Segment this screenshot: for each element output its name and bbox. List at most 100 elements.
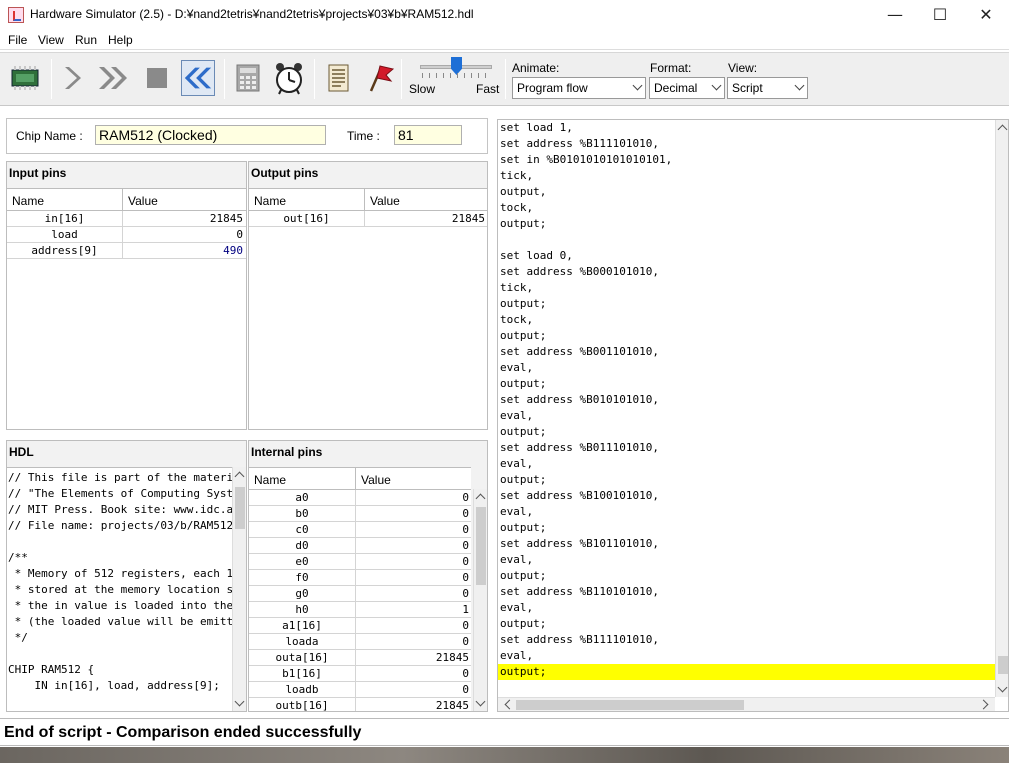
script-horizontal-scrollbar[interactable] bbox=[498, 697, 995, 711]
pin-name: b1[16] bbox=[282, 667, 322, 680]
pin-value[interactable]: 0 bbox=[357, 507, 469, 520]
scroll-right-icon[interactable] bbox=[978, 699, 989, 710]
pin-value[interactable]: 21845 bbox=[357, 651, 469, 664]
script-source[interactable]: set load 1, set address %B111101010, set i… bbox=[498, 120, 996, 680]
script-icon[interactable] bbox=[321, 60, 355, 96]
format-label: Format: bbox=[650, 61, 692, 75]
title-bar: Hardware Simulator (2.5) - D:¥nand2tetri… bbox=[0, 0, 1009, 30]
menu-file[interactable]: File bbox=[8, 33, 27, 47]
pin-value[interactable]: 0 bbox=[357, 571, 469, 584]
pin-value[interactable]: 0 bbox=[357, 523, 469, 536]
script-scrollbar[interactable] bbox=[995, 120, 1008, 697]
scroll-down-icon[interactable] bbox=[997, 682, 1008, 693]
code-line: set address %B001101010, bbox=[500, 345, 659, 358]
pin-value[interactable]: 0 bbox=[357, 555, 469, 568]
pin-value[interactable]: 21845 bbox=[125, 212, 243, 225]
pin-value[interactable]: 0 bbox=[357, 683, 469, 696]
toolbar-separator bbox=[505, 59, 506, 99]
pin-value[interactable]: 490 bbox=[125, 244, 243, 257]
code-line: // MIT Press. Book site: www.idc.ac.i bbox=[8, 503, 237, 516]
table-row[interactable]: b0 0 bbox=[249, 506, 471, 522]
internal-pins-scrollbar[interactable] bbox=[473, 489, 487, 711]
scroll-up-icon[interactable] bbox=[475, 493, 486, 504]
table-row[interactable]: out[16] 21845 bbox=[249, 211, 487, 227]
scroll-left-icon[interactable] bbox=[504, 699, 515, 710]
table-row[interactable]: address[9] 490 bbox=[7, 243, 246, 259]
table-row[interactable]: outa[16] 21845 bbox=[249, 650, 471, 666]
pin-name: outa[16] bbox=[275, 651, 329, 664]
pin-value[interactable]: 21845 bbox=[367, 212, 485, 225]
pin-value[interactable]: 0 bbox=[357, 539, 469, 552]
hdl-source[interactable]: // This file is part of the materials // … bbox=[7, 467, 237, 711]
pin-value[interactable]: 0 bbox=[357, 619, 469, 632]
menu-run[interactable]: Run bbox=[75, 33, 97, 47]
pin-value[interactable]: 0 bbox=[125, 228, 243, 241]
status-bar: End of script - Comparison ended success… bbox=[0, 718, 1009, 746]
toolbar-separator bbox=[224, 59, 225, 99]
table-header: Name Value bbox=[249, 189, 487, 211]
code-line: set load 0, bbox=[500, 249, 573, 262]
pin-value[interactable]: 0 bbox=[357, 491, 469, 504]
column-header-value: Value bbox=[370, 194, 400, 208]
menu-help[interactable]: Help bbox=[108, 33, 133, 47]
close-button[interactable]: ✕ bbox=[963, 0, 1009, 30]
table-row[interactable]: e0 0 bbox=[249, 554, 471, 570]
view-select[interactable]: Script bbox=[727, 77, 808, 99]
scroll-thumb[interactable] bbox=[235, 487, 245, 529]
run-icon[interactable] bbox=[97, 60, 131, 96]
table-row[interactable]: d0 0 bbox=[249, 538, 471, 554]
table-row[interactable]: b1[16] 0 bbox=[249, 666, 471, 682]
table-row[interactable]: c0 0 bbox=[249, 522, 471, 538]
chip-icon[interactable] bbox=[8, 60, 42, 96]
stop-icon[interactable] bbox=[140, 60, 174, 96]
code-line: set address %B010101010, bbox=[500, 393, 659, 406]
breakpoint-icon[interactable] bbox=[362, 60, 396, 96]
column-header-value: Value bbox=[361, 473, 391, 487]
reset-icon[interactable] bbox=[181, 60, 215, 96]
table-row[interactable]: in[16] 21845 bbox=[7, 211, 246, 227]
pin-name: address[9] bbox=[31, 244, 98, 257]
hdl-scrollbar[interactable] bbox=[232, 467, 246, 711]
scroll-thumb[interactable] bbox=[516, 700, 744, 710]
input-pins-panel: Input pins Name Value in[16] 21845 load 0 ad… bbox=[6, 161, 247, 430]
scroll-thumb[interactable] bbox=[998, 656, 1008, 674]
pin-name: f0 bbox=[295, 571, 309, 584]
scroll-down-icon[interactable] bbox=[234, 696, 245, 707]
single-step-icon[interactable] bbox=[57, 60, 91, 96]
code-line: eval, bbox=[500, 505, 534, 518]
code-line: tock, bbox=[500, 313, 534, 326]
column-header-value: Value bbox=[128, 194, 158, 208]
table-row[interactable]: g0 0 bbox=[249, 586, 471, 602]
animate-select[interactable]: Program flow bbox=[512, 77, 646, 99]
pin-value[interactable]: 21845 bbox=[357, 699, 469, 711]
menu-view[interactable]: View bbox=[38, 33, 64, 47]
pin-value[interactable]: 0 bbox=[357, 635, 469, 648]
table-row[interactable]: loadb 0 bbox=[249, 682, 471, 698]
scroll-up-icon[interactable] bbox=[997, 124, 1008, 135]
maximize-button[interactable]: ☐ bbox=[917, 0, 963, 30]
format-select[interactable]: Decimal bbox=[649, 77, 725, 99]
code-line: eval, bbox=[500, 601, 534, 614]
menu-bar: File View Run Help bbox=[0, 30, 1009, 50]
table-row[interactable]: a0 0 bbox=[249, 490, 471, 506]
pin-value[interactable]: 1 bbox=[357, 603, 469, 616]
table-row[interactable]: outb[16] 21845 bbox=[249, 698, 471, 711]
minimize-button[interactable]: — bbox=[872, 0, 918, 30]
table-row[interactable]: load 0 bbox=[7, 227, 246, 243]
scroll-thumb[interactable] bbox=[476, 507, 486, 585]
pin-name: d0 bbox=[295, 539, 309, 552]
speed-slider-ticks bbox=[422, 73, 492, 78]
fast-label: Fast bbox=[476, 82, 500, 96]
view-select-value: Script bbox=[732, 81, 763, 95]
calculator-icon[interactable] bbox=[231, 60, 265, 96]
table-row[interactable]: loada 0 bbox=[249, 634, 471, 650]
table-row[interactable]: f0 0 bbox=[249, 570, 471, 586]
table-row[interactable]: a1[16] 0 bbox=[249, 618, 471, 634]
scroll-up-icon[interactable] bbox=[234, 471, 245, 482]
table-row[interactable]: h0 1 bbox=[249, 602, 471, 618]
clock-icon[interactable] bbox=[272, 60, 306, 96]
scroll-down-icon[interactable] bbox=[475, 696, 486, 707]
pin-value[interactable]: 0 bbox=[357, 587, 469, 600]
pin-value[interactable]: 0 bbox=[357, 667, 469, 680]
